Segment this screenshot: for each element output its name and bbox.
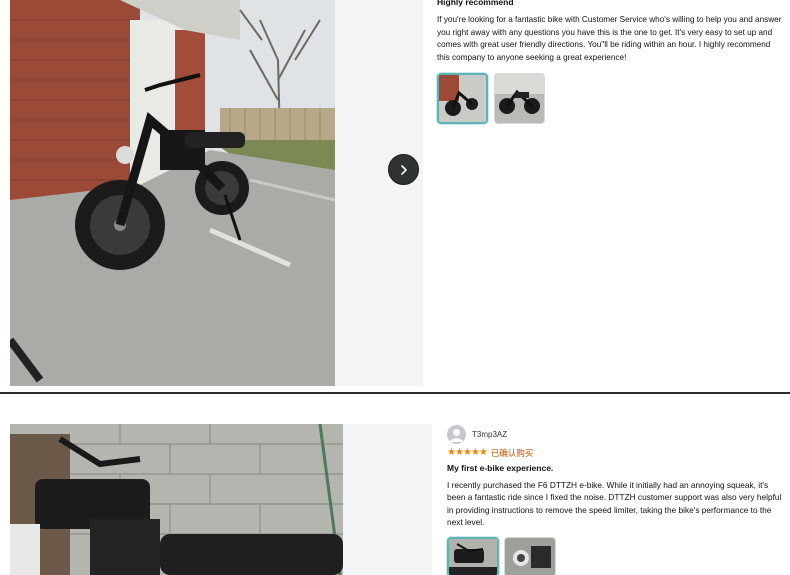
review-card: T3mp3AZ ★★★★★ 已确认购买 My first e-bike expe… [0, 395, 790, 575]
verified-purchase-badge: 已确认购买 [490, 448, 534, 458]
reviewer-name: T3mp3AZ [472, 429, 508, 439]
review-title: My first e-bike experience. [447, 463, 554, 473]
review-divider [0, 392, 790, 394]
review-body: I recently purchased the F6 DTTZH e-bike… [447, 480, 782, 527]
chevron-right-icon [400, 164, 407, 175]
review-content: Highly recommend If you're looking for a… [437, 0, 782, 124]
review-thumbnails [437, 73, 782, 124]
avatar [447, 424, 466, 444]
reviewer-profile[interactable]: T3mp3AZ [447, 424, 787, 444]
review-thumbnail[interactable] [504, 537, 556, 575]
review-thumbnail[interactable] [437, 73, 488, 124]
star-rating: ★★★★★ [447, 447, 488, 458]
review-photo[interactable] [10, 424, 343, 575]
review-photo-viewer [10, 424, 432, 575]
review-body: If you're looking for a fantastic bike w… [437, 15, 782, 62]
review-thumbnail[interactable] [494, 73, 545, 124]
review-content: T3mp3AZ ★★★★★ 已确认购买 My first e-bike expe… [447, 424, 787, 575]
review-card: Highly recommend If you're looking for a… [0, 0, 790, 392]
rating-row: ★★★★★ 已确认购买 [447, 447, 787, 459]
review-thumbnail[interactable] [447, 537, 499, 575]
review-title: Highly recommend [437, 0, 514, 7]
review-thumbnails [447, 537, 787, 575]
review-photo[interactable] [10, 0, 335, 386]
next-photo-button[interactable] [388, 154, 419, 185]
user-icon [450, 428, 463, 442]
review-photo-viewer [10, 0, 423, 386]
